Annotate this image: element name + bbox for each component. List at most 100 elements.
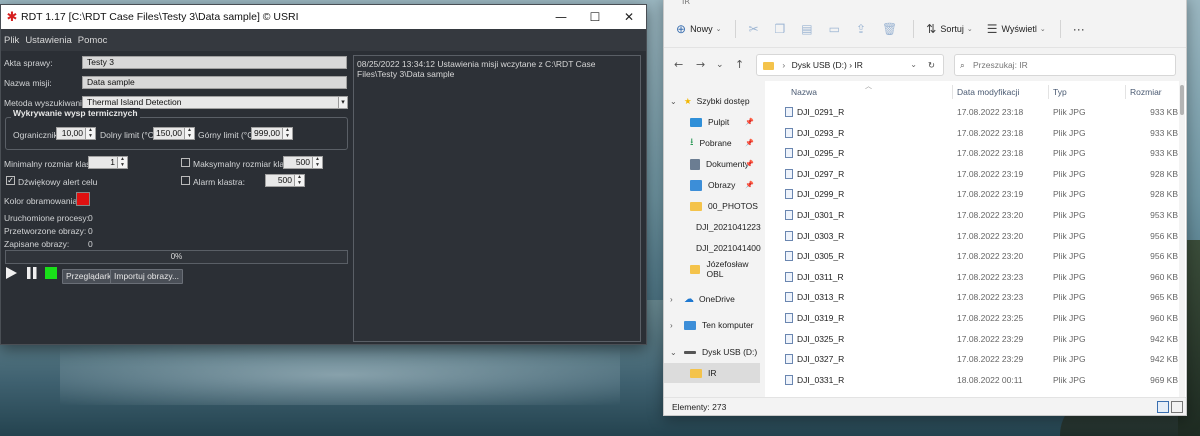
file-size: 942 KB	[1150, 354, 1178, 365]
max-cluster-checkbox[interactable]	[181, 158, 190, 167]
pin-icon: 📌	[745, 140, 754, 147]
menu-pomoc[interactable]: Pomoc	[78, 35, 108, 46]
spin-arrows-icon[interactable]: ▲ ▼	[282, 127, 292, 139]
table-row[interactable]: DJI_0319_R 17.08.2022 23:25 Plik JPG 960 KB	[765, 309, 1186, 330]
pause-icon[interactable]	[26, 267, 38, 279]
cut-icon[interactable]: ✂	[748, 22, 758, 36]
table-row[interactable]: DJI_0299_R 17.08.2022 23:19 Plik JPG 928 KB	[765, 185, 1186, 206]
table-row[interactable]: DJI_0311_R 17.08.2022 23:23 Plik JPG 960 KB	[765, 268, 1186, 289]
nav-item-usb-drive[interactable]: ⌄ Dysk USB (D:)	[664, 342, 760, 362]
table-row[interactable]: DJI_0293_R 17.08.2022 23:18 Plik JPG 933 KB	[765, 124, 1186, 145]
nav-item-this-pc[interactable]: › Ten komputer	[664, 315, 760, 335]
new-button[interactable]: ⊕ Nowy ⌄	[676, 22, 721, 36]
nav-item-quick-access[interactable]: ⌄ ★ Szybki dostęp	[664, 91, 760, 111]
file-type: Plik JPG	[1053, 271, 1086, 282]
column-header-size[interactable]: Rozmiar	[1130, 87, 1162, 97]
nav-item-00-photos[interactable]: 00_PHOTOS	[664, 196, 760, 216]
file-size: 928 KB	[1150, 168, 1178, 179]
file-name: DJI_0305_R	[797, 251, 845, 262]
explorer-title: IR	[682, 0, 690, 6]
copy-icon[interactable]: ❐	[775, 22, 786, 36]
table-row[interactable]: DJI_0331_R 18.08.2022 00:11 Plik JPG 969 KB	[765, 371, 1186, 392]
column-divider[interactable]	[952, 85, 953, 99]
file-list-scrollbar[interactable]	[1179, 81, 1185, 397]
column-header-name[interactable]: Nazwa	[791, 87, 817, 97]
max-cluster-spinbox[interactable]: 500 ▲ ▼	[283, 156, 323, 169]
paste-icon[interactable]: ▤	[801, 22, 812, 36]
refresh-icon[interactable]: ↻	[928, 55, 935, 75]
close-button[interactable]: ✕	[612, 5, 646, 29]
nav-item-onedrive[interactable]: › ☁ OneDrive	[664, 289, 760, 309]
table-row[interactable]: DJI_0295_R 17.08.2022 23:18 Plik JPG 933 KB	[765, 144, 1186, 165]
minimize-button[interactable]: —	[544, 5, 578, 29]
column-divider[interactable]	[1125, 85, 1126, 99]
cluster-alarm-checkbox[interactable]	[181, 176, 190, 185]
chevron-down-icon: ⌄	[966, 26, 973, 33]
nav-item-dji-1[interactable]: DJI_2021041223	[664, 217, 761, 237]
table-row[interactable]: DJI_0303_R 17.08.2022 23:20 Plik JPG 956 KB	[765, 227, 1186, 248]
more-options-icon[interactable]: ···	[1073, 22, 1085, 36]
cloud-icon: ☁	[684, 293, 694, 305]
dolny-spinbox[interactable]: 150,00 ▲ ▼	[153, 127, 195, 140]
border-color-label: Kolor obramowania:	[4, 196, 80, 206]
spin-arrows-icon[interactable]: ▲ ▼	[117, 156, 127, 168]
maximize-button[interactable]: ☐	[578, 5, 612, 29]
share-icon[interactable]: ⇪	[856, 22, 866, 36]
table-row[interactable]: DJI_0313_R 17.08.2022 23:23 Plik JPG 965 KB	[765, 288, 1186, 309]
scrollbar-thumb[interactable]	[1180, 85, 1184, 115]
nav-item-obrazy[interactable]: Obrazy 📌	[664, 175, 760, 195]
gorny-spinbox[interactable]: 999,00 ▲ ▼	[251, 127, 293, 140]
menu-ustawienia[interactable]: Ustawienia	[25, 35, 71, 46]
ogranicznik-spinbox[interactable]: 10,00 ▲ ▼	[56, 127, 96, 140]
column-header-date[interactable]: Data modyfikacji	[957, 87, 1019, 97]
search-input[interactable]: ⌕ Przeszukaj: IR	[954, 54, 1176, 76]
column-header-type[interactable]: Typ	[1053, 87, 1067, 97]
dolny-label: Dolny limit (°C)	[100, 130, 157, 140]
table-row[interactable]: DJI_0325_R 17.08.2022 23:29 Plik JPG 942 KB	[765, 330, 1186, 351]
back-arrow-icon[interactable]: ←	[674, 58, 683, 71]
misja-label: Nazwa misji:	[4, 78, 52, 88]
table-row[interactable]: DJI_0297_R 17.08.2022 23:19 Plik JPG 928 KB	[765, 165, 1186, 186]
jpg-file-icon	[785, 189, 793, 200]
table-row[interactable]: DJI_0301_R 17.08.2022 23:20 Plik JPG 953 KB	[765, 206, 1186, 227]
nav-item-ir[interactable]: IR	[664, 363, 760, 383]
nav-item-pulpit[interactable]: Pulpit 📌	[664, 112, 760, 132]
table-row[interactable]: DJI_0291_R 17.08.2022 23:18 Plik JPG 933 KB	[765, 103, 1186, 124]
sort-button[interactable]: ⇅ Sortuj ⌄	[926, 22, 972, 36]
spin-arrows-icon[interactable]: ▲ ▼	[85, 127, 95, 139]
menu-plik[interactable]: Plik	[4, 35, 19, 46]
rename-icon[interactable]: ▭	[829, 22, 840, 36]
tiles-view-icon[interactable]	[1171, 401, 1183, 413]
forward-arrow-icon[interactable]: →	[696, 58, 705, 71]
nav-item-pobrane[interactable]: ⭳ Pobrane 📌	[664, 133, 760, 153]
akta-field[interactable]: Testy 3	[82, 56, 347, 69]
cluster-alarm-spinbox[interactable]: 500 ▲ ▼	[265, 174, 305, 187]
file-type: Plik JPG	[1053, 292, 1086, 303]
nav-item-dokumenty[interactable]: Dokumenty 📌	[664, 154, 760, 174]
spin-arrows-icon[interactable]: ▲ ▼	[294, 174, 304, 186]
details-view-icon[interactable]	[1157, 401, 1169, 413]
address-bar[interactable]: › Dysk USB (D:) › IR ⌄ ↻	[756, 54, 944, 76]
spin-arrows-icon[interactable]: ▲ ▼	[312, 156, 322, 168]
min-cluster-spinbox[interactable]: 1 ▲ ▼	[88, 156, 128, 169]
misja-field[interactable]: Data sample	[82, 76, 347, 89]
delete-icon[interactable]: 🗑	[882, 22, 897, 36]
table-row[interactable]: DJI_0305_R 17.08.2022 23:20 Plik JPG 956 KB	[765, 247, 1186, 268]
explorer-titlebar[interactable]: IR	[664, 0, 1186, 11]
column-divider[interactable]	[1048, 85, 1049, 99]
rdt-titlebar[interactable]: ✱ RDT 1.17 [C:\RDT Case Files\Testy 3\Da…	[1, 5, 646, 29]
view-button[interactable]: ☰ Wyświetl ⌄	[987, 22, 1046, 36]
address-dropdown-icon[interactable]: ⌄	[910, 55, 917, 75]
nav-item-dji-2[interactable]: DJI_2021041400	[664, 238, 761, 258]
sound-alert-checkbox[interactable]: ✓	[6, 176, 15, 185]
border-color-swatch[interactable]	[76, 192, 90, 206]
import-images-button[interactable]: Importuj obrazy...	[110, 269, 184, 284]
nav-item-jozefoslaw[interactable]: Józefosław OBL	[664, 259, 760, 279]
play-icon[interactable]	[6, 267, 18, 279]
nav-label: 00_PHOTOS	[708, 201, 758, 211]
up-arrow-icon[interactable]: ↑	[735, 58, 744, 71]
recent-chevron-icon[interactable]: ⌄	[716, 60, 724, 70]
spin-arrows-icon[interactable]: ▲ ▼	[184, 127, 194, 139]
table-row[interactable]: DJI_0327_R 17.08.2022 23:29 Plik JPG 942 KB	[765, 350, 1186, 371]
jpg-file-icon	[785, 230, 793, 241]
